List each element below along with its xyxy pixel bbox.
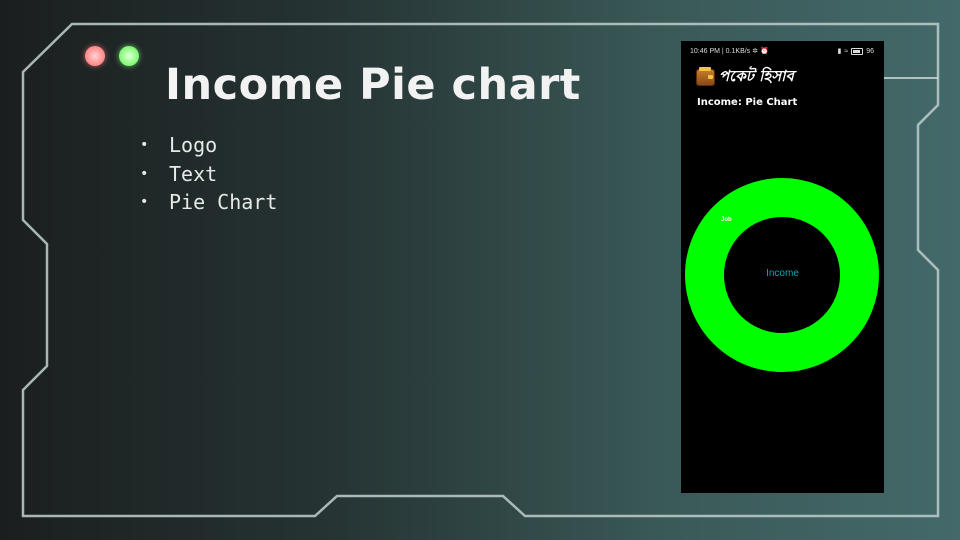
list-item: • Text [140, 160, 277, 189]
bullet-list: • Logo • Text • Pie Chart [140, 131, 277, 217]
status-bar: 10:46 PM | 0.1KB/s ✲ ⏰ ▮ ≈ 96 [681, 41, 884, 61]
list-item: • Logo [140, 131, 277, 160]
bullet-label: Logo [169, 133, 218, 157]
app-logo: পকেট হিসাব [696, 66, 794, 88]
bullet-label: Text [169, 161, 218, 186]
wifi-icon: ≈ [844, 47, 849, 55]
slide-title: Income Pie chart [165, 60, 581, 110]
chart-center-label: Income [766, 268, 799, 279]
battery-icon [851, 47, 864, 55]
battery-level: 96 [866, 47, 874, 55]
status-icons: ▮ ≈ 96 [837, 47, 874, 55]
page-heading: Income: Pie Chart [697, 97, 798, 108]
bullet-icon: • [140, 194, 149, 210]
signal-icon: ▮ [837, 48, 842, 55]
phone-screenshot: 10:46 PM | 0.1KB/s ✲ ⏰ ▮ ≈ 96 পকেট হিসাব… [681, 41, 884, 493]
bullet-icon: • [140, 137, 149, 153]
bullet-icon: • [140, 165, 149, 182]
app-logo-text: পকেট হিসাব [719, 66, 794, 85]
status-time: 10:46 PM | 0.1KB/s ✲ ⏰ [690, 48, 769, 55]
bullet-label: Pie Chart [169, 190, 278, 214]
wallet-icon [696, 66, 715, 86]
window-maximize-dot [119, 46, 139, 66]
slice-label-job: Job [721, 217, 732, 223]
window-close-dot [85, 46, 105, 66]
list-item: • Pie Chart [140, 188, 277, 217]
